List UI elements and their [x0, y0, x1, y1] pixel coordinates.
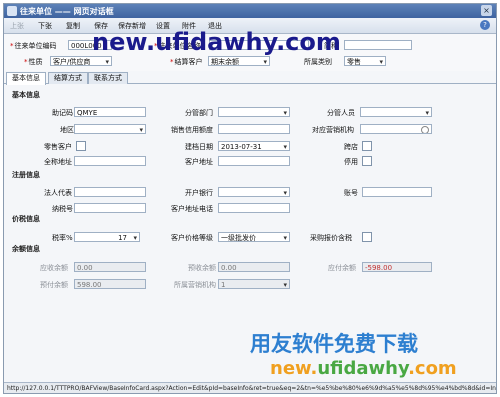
section-register: 注册信息: [12, 171, 40, 179]
category-label: 所属类别: [304, 58, 332, 66]
close-icon[interactable]: ×: [481, 5, 492, 16]
date-label: 建档日期: [185, 143, 213, 151]
copy-button[interactable]: 复制: [66, 21, 80, 31]
nature-select[interactable]: 客户/供应商: [50, 56, 112, 66]
org2-select: 1: [218, 279, 290, 289]
watermark-top: new.ufidawhy.com: [92, 28, 341, 56]
ap-label: 应付余额: [328, 264, 356, 272]
credit-input[interactable]: [218, 124, 290, 134]
tab-strip: 基本信息 结算方式 联系方式: [4, 71, 496, 85]
org2-label: 所属营销机构: [174, 281, 216, 289]
staff-select[interactable]: [360, 107, 432, 117]
window-title: 往来单位 —— 网页对话框: [20, 7, 114, 16]
mnemonic-input[interactable]: QMYE: [74, 107, 146, 117]
nature-label: 性质: [24, 57, 43, 67]
tab-contact[interactable]: 联系方式: [88, 72, 128, 84]
bank-select[interactable]: [218, 187, 290, 197]
region-select[interactable]: [74, 124, 146, 134]
watermark-bottom-b: ufidawhy: [317, 358, 409, 379]
dept-label: 分管部门: [185, 109, 213, 117]
retail-checkbox[interactable]: [76, 141, 86, 151]
mnemonic-label: 助记码: [52, 109, 73, 117]
cust-addr-input[interactable]: [218, 156, 290, 166]
legal-input[interactable]: [74, 187, 146, 197]
prepay-pay-input: 598.00: [74, 279, 146, 289]
org-label: 对应营销机构: [312, 126, 354, 134]
level-label: 客户价格等级: [171, 234, 213, 242]
full-addr-input[interactable]: [74, 156, 146, 166]
cust-addr-label: 客户地址: [185, 158, 213, 166]
section-price: 价税信息: [12, 215, 40, 223]
cross-checkbox[interactable]: [362, 141, 372, 151]
prepay-recv-input: 0.00: [218, 262, 290, 272]
watermark-cn: 用友软件免费下载: [250, 332, 418, 356]
title-bar: 往来单位 —— 网页对话框 ×: [4, 4, 496, 18]
settle-select[interactable]: 期末余额: [208, 56, 270, 66]
account-label: 账号: [344, 189, 358, 197]
ap-input: -598.00: [362, 262, 432, 272]
status-bar: http://127.0.0.1/TTTPRO/BAFView/BaseInfo…: [4, 382, 496, 393]
section-basic: 基本信息: [12, 91, 40, 99]
account-input[interactable]: [362, 187, 432, 197]
tab-basic-info[interactable]: 基本信息: [6, 72, 46, 85]
cross-label: 跨店: [344, 143, 358, 151]
addr-phone-input[interactable]: [218, 203, 290, 213]
bank-label: 开户银行: [185, 189, 213, 197]
credit-label: 销售信用额度: [171, 126, 213, 134]
purchase-tax-checkbox[interactable]: [362, 232, 372, 242]
staff-label: 分管人员: [327, 109, 355, 117]
ar-input: 0.00: [74, 262, 146, 272]
next-button[interactable]: 下张: [38, 21, 52, 31]
code-label: 往来单位编码: [10, 41, 57, 51]
date-input[interactable]: 2013-07-31: [218, 141, 290, 151]
legal-label: 法人代表: [44, 189, 72, 197]
prepay-recv-label: 预收余额: [188, 264, 216, 272]
prepay-pay-label: 预付余额: [40, 281, 68, 289]
watermark-bottom-a: new.: [270, 358, 318, 379]
rate-label: 税率%: [52, 234, 73, 242]
section-balance: 余额信息: [12, 245, 40, 253]
purchase-tax-label: 采购报价含税: [310, 234, 352, 242]
settle-label: 结算客户: [170, 57, 203, 67]
help-icon[interactable]: ?: [480, 20, 490, 30]
dept-select[interactable]: [218, 107, 290, 117]
full-addr-label: 全称地址: [44, 158, 72, 166]
category-select[interactable]: 零售: [344, 56, 386, 66]
addr-phone-label: 客户地址电话: [171, 205, 213, 213]
tab-settlement[interactable]: 结算方式: [48, 72, 88, 84]
search-icon[interactable]: [421, 126, 429, 133]
tax-input[interactable]: [74, 203, 146, 213]
rate-select[interactable]: 17: [74, 232, 140, 242]
region-label: 地区: [60, 126, 74, 134]
watermark-bottom-c: .com: [408, 358, 457, 379]
ar-label: 应收余额: [40, 264, 68, 272]
tax-label: 纳税号: [52, 205, 73, 213]
disabled-checkbox[interactable]: [362, 156, 372, 166]
level-select[interactable]: 一级批发价: [218, 232, 290, 242]
window-icon: [7, 6, 17, 16]
retail-label: 零售客户: [44, 143, 72, 151]
watermark-bottom: new.ufidawhy.com: [270, 358, 457, 379]
disabled-label: 停用: [344, 158, 358, 166]
org-input[interactable]: [360, 124, 432, 134]
abbr-input[interactable]: [344, 40, 412, 50]
prev-button[interactable]: 上张: [10, 21, 24, 31]
